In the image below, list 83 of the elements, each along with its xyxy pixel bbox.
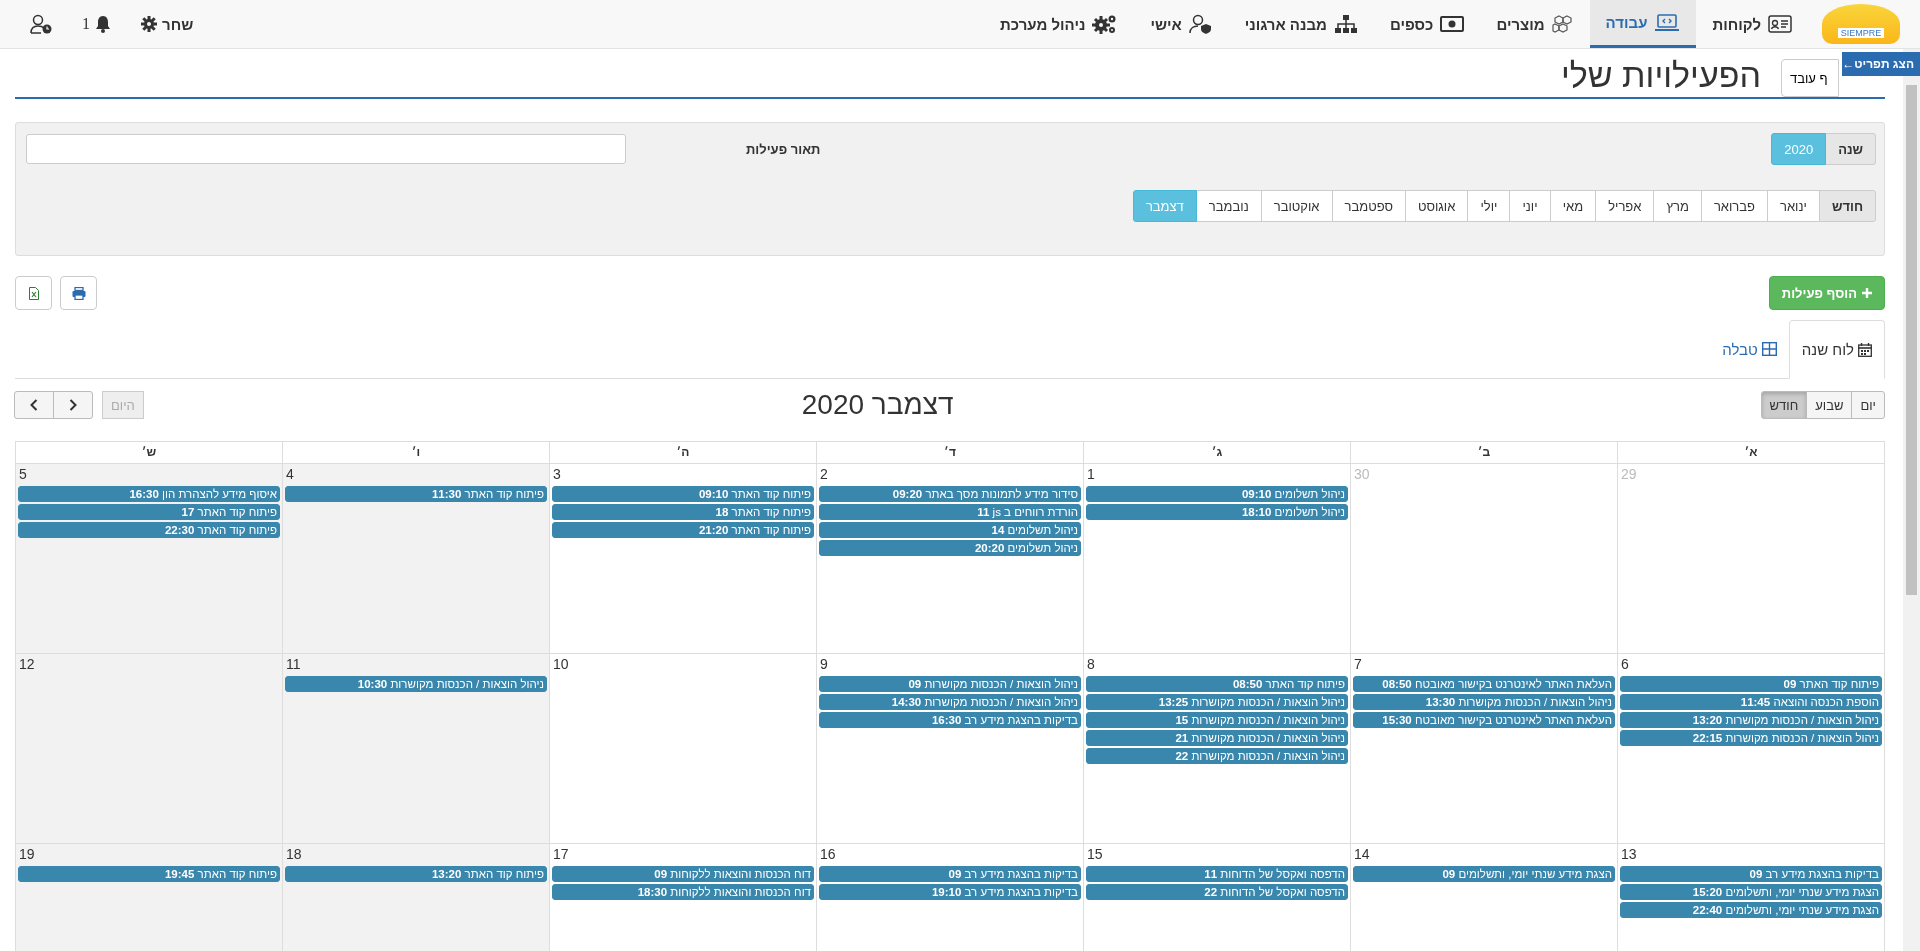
description-label: תאור פעילות (746, 141, 821, 157)
previous-button[interactable] (14, 391, 54, 419)
laptop-code-icon (1654, 13, 1681, 32)
cubes-icon (1551, 15, 1574, 33)
day-number: 4 (285, 465, 295, 484)
month-button[interactable]: יוני (1509, 190, 1551, 222)
nav-menu-item[interactable]: כספים (1373, 0, 1481, 48)
calendar-title: דצמבר 2020 (801, 389, 954, 421)
day-number: 3 (552, 465, 562, 484)
day-number: 19 (18, 845, 36, 864)
view-button[interactable]: שבוע (1806, 391, 1853, 419)
day-number: 16 (819, 845, 837, 864)
nav-menu-item[interactable]: עבודה (1589, 0, 1697, 48)
bell-icon (95, 15, 111, 33)
day-number: 7 (1353, 655, 1363, 674)
money-bill-icon (1440, 16, 1465, 32)
print-icon (71, 286, 86, 300)
month-button[interactable]: יולי (1467, 190, 1511, 222)
calendar-icon (1858, 342, 1872, 357)
day-number: 1 (1086, 465, 1096, 484)
add-activity-button[interactable]: הוסף פעילות (1768, 276, 1885, 310)
switch-employee-button[interactable]: ף עובד (1781, 59, 1839, 97)
day-number: 18 (285, 845, 303, 864)
print-button[interactable] (60, 276, 97, 310)
excel-export-button[interactable] (15, 276, 52, 310)
weekday-header: ג׳ (1083, 442, 1350, 464)
description-field[interactable] (26, 134, 626, 164)
day-number: 10 (552, 655, 570, 674)
day-number: 2 (819, 465, 829, 484)
month-button[interactable]: מאי (1549, 190, 1597, 222)
page-title: הפעילויות שלי (1561, 55, 1761, 95)
logo[interactable]: SIEMPRE (1822, 4, 1900, 44)
view-button[interactable]: חודש (1760, 391, 1808, 419)
nav-menu-item[interactable]: ניהול מערכת (984, 0, 1135, 48)
year-label: שנה (1825, 133, 1876, 165)
month-button[interactable]: פברואר (1700, 190, 1768, 222)
month-button[interactable]: נובמבר (1195, 190, 1262, 222)
notifications-button[interactable]: 1 (82, 15, 111, 33)
user-menu[interactable]: שחר (141, 15, 194, 33)
day-number: 30 (1353, 465, 1371, 484)
day-number: 9 (819, 655, 829, 674)
nav-menu-item[interactable]: לקוחות (1696, 0, 1808, 48)
day-number: 12 (18, 655, 36, 674)
chevron-right-icon (69, 399, 77, 411)
month-button[interactable]: אוקטובר (1260, 190, 1333, 222)
user-clock-icon (30, 14, 52, 34)
show-menu-button[interactable]: הצג תפריט← (1842, 52, 1920, 76)
weekday-header: א׳ (1617, 442, 1884, 464)
day-number: 17 (552, 845, 570, 864)
id-card-icon (1768, 15, 1792, 33)
month-button[interactable]: אפריל (1595, 190, 1655, 222)
month-button[interactable]: אוגוסט (1404, 190, 1469, 222)
month-button[interactable]: ינואר (1767, 190, 1820, 222)
nav-menu-item[interactable]: מבנה ארגוני (1228, 0, 1374, 48)
day-number: 5 (18, 465, 28, 484)
view-tab[interactable]: טבלה (1710, 320, 1789, 378)
month-button[interactable]: ספטמבר (1331, 190, 1406, 222)
view-tab[interactable]: לוח שנה (1788, 320, 1885, 379)
scrollbar-thumb[interactable] (1906, 85, 1917, 595)
user-shield-icon (1188, 14, 1213, 34)
day-number: 13 (1620, 845, 1638, 864)
settings-icon (141, 16, 157, 32)
nav-menu-item[interactable]: מוצרים (1480, 0, 1590, 48)
nav-menu-item[interactable]: אישי (1134, 0, 1229, 48)
spreadsheet-file-icon (28, 286, 39, 300)
day-number: 11 (285, 655, 302, 674)
day-number: 14 (1353, 845, 1371, 864)
chevron-left-icon (30, 399, 38, 411)
sitemap-icon (1333, 14, 1358, 34)
weekday-header: ד׳ (816, 442, 1083, 464)
day-cell[interactable]: 12 (15, 654, 282, 844)
plus-icon (1862, 288, 1872, 298)
month-label: חודש (1818, 190, 1876, 222)
day-number: 6 (1620, 655, 1630, 674)
table-icon (1761, 342, 1777, 356)
view-button[interactable]: יום (1851, 391, 1885, 419)
day-number: 8 (1086, 655, 1096, 674)
weekday-header: ה׳ (549, 442, 816, 464)
day-number: 29 (1620, 465, 1638, 484)
day-number: 15 (1086, 845, 1104, 864)
month-button[interactable]: מרץ (1653, 190, 1702, 222)
user-clock-button[interactable] (30, 14, 52, 34)
weekday-header: ב׳ (1350, 442, 1617, 464)
